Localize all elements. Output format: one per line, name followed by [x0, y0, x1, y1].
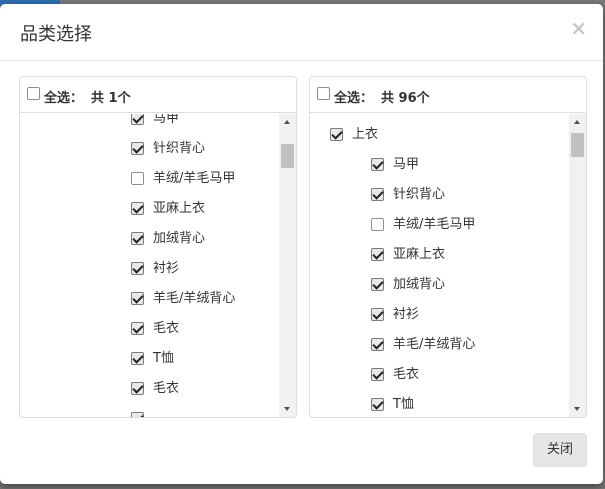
- category-checkbox[interactable]: [131, 142, 144, 155]
- right-select-all-checkbox[interactable]: [317, 87, 330, 100]
- right-count-label: 共 96个: [381, 91, 430, 106]
- category-checkbox[interactable]: [131, 114, 144, 125]
- right-select-all-label: 全选：: [334, 91, 374, 106]
- category-checkbox[interactable]: [131, 202, 144, 215]
- category-label: 亚麻上衣: [153, 201, 206, 216]
- category-label: 加绒背心: [153, 231, 206, 246]
- right-panel-header: 全选： 共 96个: [310, 77, 586, 113]
- left-list-viewport: 马甲 针织背心 羊绒/羊毛马甲 亚麻上衣 加绒背心 衬衫 羊毛/羊绒背心 毛衣 T恤 毛衣: [20, 114, 296, 417]
- dialog-header: 品类选择 ×: [0, 4, 603, 61]
- category-checkbox[interactable]: [371, 368, 384, 381]
- category-checkbox[interactable]: [131, 412, 144, 417]
- left-scroll-thumb[interactable]: [281, 144, 294, 168]
- category-checkbox[interactable]: [330, 128, 343, 141]
- right-scroll-thumb[interactable]: [571, 133, 584, 157]
- category-checkbox[interactable]: [371, 248, 384, 261]
- category-label: 毛衣: [153, 321, 180, 336]
- category-label: 针织背心: [153, 141, 206, 156]
- category-label: 上衣: [352, 127, 379, 142]
- category-checkbox[interactable]: [131, 322, 144, 335]
- category-label: 羊毛/羊绒背心: [153, 291, 236, 306]
- category-checkbox[interactable]: [371, 308, 384, 321]
- left-panel-header: 全选： 共 1个: [20, 77, 296, 113]
- category-label: 毛衣: [393, 367, 420, 382]
- category-label: 针织背心: [393, 187, 446, 202]
- close-button[interactable]: 关闭: [533, 433, 587, 467]
- category-label: 羊绒/羊毛马甲: [393, 217, 476, 232]
- category-label: 亚麻上衣: [393, 247, 446, 262]
- left-category-panel: 全选： 共 1个 马甲针织背心羊绒/羊毛马甲 亚麻上衣加绒背心衬衫羊毛/羊绒背心毛…: [19, 76, 297, 418]
- category-checkbox[interactable]: [131, 172, 144, 185]
- scroll-down-arrow-icon[interactable]: [569, 400, 586, 417]
- category-label: T恤: [153, 351, 174, 366]
- left-count-label: 共 1个: [91, 91, 131, 106]
- category-checkbox[interactable]: [371, 338, 384, 351]
- category-label: 马甲: [153, 114, 180, 126]
- category-label: T恤: [393, 397, 414, 412]
- scroll-down-arrow-icon[interactable]: [279, 400, 296, 417]
- left-select-all-checkbox[interactable]: [27, 87, 40, 100]
- category-checkbox[interactable]: [131, 232, 144, 245]
- category-select-dialog: 品类选择 × 全选： 共 1个 马甲 针织背心 羊绒/羊毛马甲 亚麻上衣 加绒背心 衬衫羊…: [0, 4, 603, 484]
- category-checkbox[interactable]: [371, 188, 384, 201]
- left-select-all-label: 全选：: [44, 91, 84, 106]
- right-category-panel: 全选： 共 96个 上衣 马甲针织背心羊绒/羊毛马甲 亚麻上衣加绒背心衬衫羊毛/羊绒…: [309, 76, 587, 418]
- category-checkbox[interactable]: [371, 158, 384, 171]
- category-label: 马甲: [393, 157, 420, 172]
- category-label: 衬衫: [153, 261, 180, 276]
- category-checkbox[interactable]: [131, 292, 144, 305]
- scroll-up-arrow-icon[interactable]: [569, 114, 586, 131]
- category-checkbox[interactable]: [371, 218, 384, 231]
- dialog-footer: 关闭: [0, 424, 603, 484]
- category-label: 羊绒/羊毛马甲: [153, 171, 236, 186]
- category-checkbox[interactable]: [131, 262, 144, 275]
- category-checkbox[interactable]: [371, 278, 384, 291]
- category-label: 毛衣: [153, 381, 180, 396]
- category-checkbox[interactable]: [131, 352, 144, 365]
- close-icon[interactable]: ×: [570, 16, 587, 40]
- category-checkbox[interactable]: [371, 398, 384, 411]
- category-label: 加绒背心: [393, 277, 446, 292]
- category-label: 羊毛/羊绒背心: [393, 337, 476, 352]
- left-scrollbar[interactable]: [279, 114, 296, 417]
- scroll-up-arrow-icon[interactable]: [279, 114, 296, 131]
- right-list-viewport: 上衣 马甲针织背心羊绒/羊毛马甲 亚麻上衣加绒背心衬衫羊毛/羊绒背心 毛衣 T恤: [310, 114, 586, 417]
- dialog-title: 品类选择: [20, 24, 92, 45]
- category-checkbox[interactable]: [131, 382, 144, 395]
- right-scrollbar[interactable]: [569, 114, 586, 417]
- category-label: 衬衫: [393, 307, 420, 322]
